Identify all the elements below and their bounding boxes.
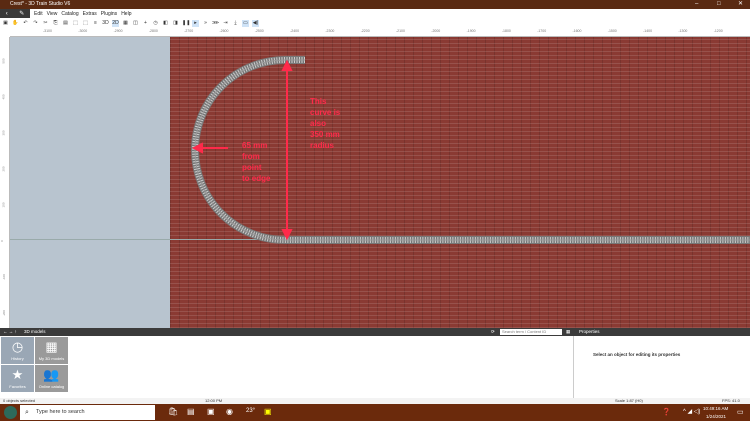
notification-icon[interactable]: ▭ [737, 408, 744, 416]
people-icon: 👥 [43, 367, 60, 382]
properties-empty-message: Select an object for editing its propert… [593, 352, 681, 357]
properties-header: Properties [574, 328, 750, 336]
view-mode-icon[interactable]: ▦ [566, 328, 570, 336]
annotation-left: 65 mm from point to edge [242, 141, 271, 183]
tile-my-3d-models[interactable]: ▦ My 3D models [35, 337, 68, 364]
clock-icon: ◷ [11, 339, 24, 354]
clock-date[interactable]: 1/24/2021 [706, 414, 726, 419]
library-title: 3D models [24, 329, 46, 334]
search-icon: ⌕ [25, 409, 29, 416]
star-icon: ★ [11, 367, 24, 382]
tile-online-catalog[interactable]: 👥 Online catalog [35, 365, 68, 392]
start-button[interactable] [4, 406, 17, 419]
grid-icon: ▦ [45, 339, 58, 354]
refresh-icon[interactable]: ⟳ [491, 328, 495, 336]
library-panel: ◷ History ▦ My 3D models ★ Favorites 👥 Onlin… [0, 336, 574, 398]
tile-favorites[interactable]: ★ Favorites [1, 365, 34, 392]
library-header: ← → ↑ 3D models ⟳ ▦ [0, 328, 574, 336]
forward-icon[interactable]: → [9, 329, 14, 334]
chrome-icon[interactable]: ◉ [226, 407, 233, 416]
clock-time[interactable]: 10:49:16 AM [703, 406, 728, 411]
track-curve[interactable] [191, 56, 750, 244]
search-input[interactable]: Search term / Content ID [500, 329, 562, 335]
annotation-right: This curve is also 350 mm radius [310, 97, 341, 150]
tile-history[interactable]: ◷ History [1, 337, 34, 364]
back-icon[interactable]: ← [3, 329, 8, 334]
help-icon[interactable]: ❓ [662, 408, 671, 416]
app-icon[interactable]: ▣ [207, 407, 215, 416]
taskbar-search[interactable]: ⌕ Type here to search [20, 405, 155, 420]
train-studio-icon[interactable]: ▣ [264, 407, 272, 416]
properties-panel: Select an object for editing its propert… [575, 336, 750, 398]
weather-widget[interactable]: 23° [246, 408, 255, 414]
up-icon[interactable]: ↑ [15, 329, 17, 334]
tray-icons[interactable]: ^ ◢ ◁) [683, 408, 700, 415]
store-icon[interactable]: 🛍 [168, 407, 178, 416]
file-explorer-icon[interactable]: ▤ [187, 407, 195, 416]
